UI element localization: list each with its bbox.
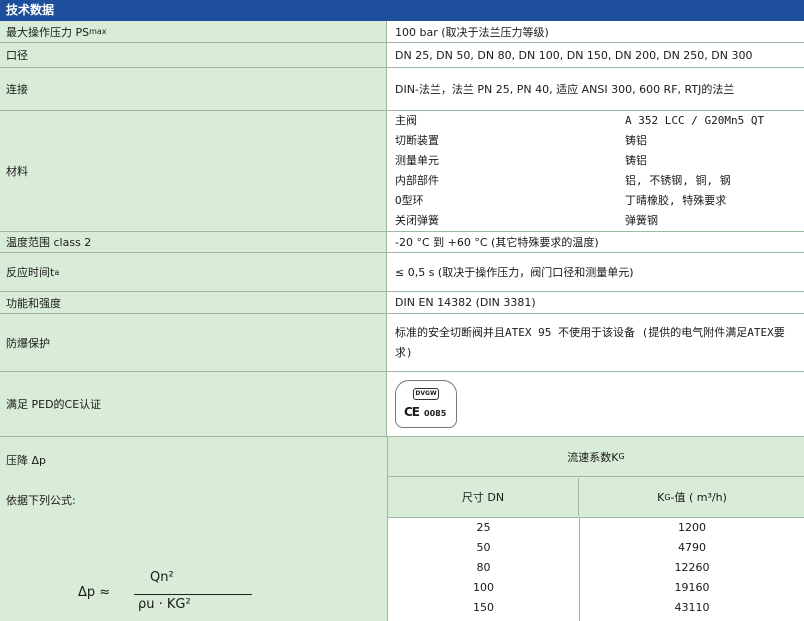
notified-body-number: 0085: [424, 409, 447, 418]
row-material: 材料 主阀 A 352 LCC / G20Mn5 QT 切断装置 铸铝 测量单元 铸铝…: [0, 111, 804, 232]
flow-coefficient-header: 流速系数K G: [388, 437, 804, 477]
table-cell-dn: 50: [476, 541, 491, 554]
row-label: 材料: [0, 111, 387, 231]
column-header-size: 尺寸 DN: [388, 478, 579, 516]
formula-numerator: Qn²: [150, 570, 174, 585]
kg-column: 1200 4790 12260 19160 43110: [580, 518, 804, 621]
row-explosion-protection: 防爆保护 标准的安全切断阀并且ATEX 95 不使用于该设备 (提供的电气附件满…: [0, 314, 804, 372]
material-value: 铝, 不锈钢, 铜, 钢: [625, 174, 731, 187]
row-label: 满足 PED的CE认证: [0, 372, 387, 436]
row-label: 口径: [0, 43, 387, 67]
table-cell-dn: 150: [473, 601, 494, 614]
ce-mark: CE: [404, 405, 420, 419]
row-label: 功能和强度: [0, 292, 387, 313]
material-value: 丁晴橡胶, 特殊要求: [625, 194, 727, 207]
table-cell-kg: 43110: [674, 601, 710, 614]
row-label: 防爆保护: [0, 314, 387, 371]
section-title: 技术数据: [0, 0, 804, 21]
table-cell-kg: 4790: [678, 541, 706, 554]
pressure-drop-formula: Δp ≈ Qn² ρu · KG²: [78, 570, 252, 620]
fraction-bar: [134, 594, 252, 595]
row-label: 连接: [0, 68, 387, 110]
ce-certification-badge: DVGW CE 0085: [395, 380, 457, 428]
row-value: 标准的安全切断阀并且ATEX 95 不使用于该设备 (提供的电气附件满足ATEX…: [388, 314, 804, 371]
table-cell-kg: 12260: [674, 561, 710, 574]
material-part: 测量单元: [395, 154, 439, 167]
table-cell-dn: 100: [473, 581, 494, 594]
row-max-pressure: 最大操作压力 PS max 100 bar (取决于法兰压力等级): [0, 21, 804, 43]
pressure-drop-label: 压降 Δp: [6, 454, 47, 467]
row-label: 反应时间t a: [0, 253, 387, 291]
row-value: -20 °C 到 +60 °C (其它特殊要求的温度): [388, 232, 804, 252]
material-part: 内部部件: [395, 174, 439, 187]
row-connection: 连接 DIN-法兰，法兰 PN 25, PN 40, 适应 ANSI 300, …: [0, 68, 804, 111]
row-temperature: 温度范围 class 2 -20 °C 到 +60 °C (其它特殊要求的温度): [0, 232, 804, 253]
material-part: O型环: [395, 194, 424, 207]
explosion-text: 标准的安全切断阀并且ATEX 95 不使用于该设备 (提供的电气附件满足ATEX…: [395, 325, 785, 359]
row-ped-ce: 满足 PED的CE认证 DVGW CE 0085: [0, 372, 804, 437]
row-value: 100 bar (取决于法兰压力等级): [388, 21, 804, 42]
table-cell-dn: 80: [476, 561, 491, 574]
material-list: 主阀 A 352 LCC / G20Mn5 QT 切断装置 铸铝 测量单元 铸铝 内部…: [388, 111, 804, 231]
table-body: 25 50 80 100 150 1200 4790 12260 19160 4…: [388, 517, 804, 621]
row-value: ≤ 0,5 s (取决于操作压力，阀门口径和测量单元): [388, 253, 804, 291]
row-value: DIN-法兰，法兰 PN 25, PN 40, 适应 ANSI 300, 600…: [388, 68, 804, 110]
material-part: 主阀: [395, 114, 417, 127]
formula-denominator: ρu · KG²: [138, 597, 191, 612]
tech-data-page: 技术数据 最大操作压力 PS max 100 bar (取决于法兰压力等级) 口径…: [0, 0, 804, 621]
material-value: 弹簧钢: [625, 214, 658, 227]
row-value: DVGW CE 0085: [388, 372, 804, 436]
formula-label: 依据下列公式:: [6, 494, 76, 507]
material-value: 铸铝: [625, 154, 647, 167]
row-response-time: 反应时间t a ≤ 0,5 s (取决于操作压力，阀门口径和测量单元): [0, 253, 804, 292]
flow-coefficient-table: 流速系数K G 尺寸 DN K G -值 ( m³/h) 25 50 80 100 1…: [388, 437, 804, 621]
formula-lhs: Δp ≈: [78, 585, 111, 600]
column-header-kg: K G -值 ( m³/h): [657, 490, 727, 505]
table-cell-kg: 1200: [678, 521, 706, 534]
table-cell-kg: 19160: [674, 581, 710, 594]
material-part: 切断装置: [395, 134, 439, 147]
row-bore: 口径 DN 25, DN 50, DN 80, DN 100, DN 150, …: [0, 43, 804, 68]
row-value: DN 25, DN 50, DN 80, DN 100, DN 150, DN …: [388, 43, 804, 67]
row-function: 功能和强度 DIN EN 14382 (DIN 3381): [0, 292, 804, 314]
dvgw-mark: DVGW: [413, 388, 439, 400]
row-label: 最大操作压力 PS max: [0, 21, 387, 42]
material-grid: 主阀 A 352 LCC / G20Mn5 QT 切断装置 铸铝 测量单元 铸铝 内部…: [395, 111, 804, 231]
table-cell-dn: 25: [476, 521, 491, 534]
size-column: 25 50 80 100 150: [388, 518, 580, 621]
row-value: DIN EN 14382 (DIN 3381): [388, 292, 804, 313]
material-value: 铸铝: [625, 134, 647, 147]
row-label: 温度范围 class 2: [0, 232, 387, 252]
material-value: A 352 LCC / G20Mn5 QT: [625, 114, 765, 127]
material-part: 关闭弹簧: [395, 214, 439, 227]
